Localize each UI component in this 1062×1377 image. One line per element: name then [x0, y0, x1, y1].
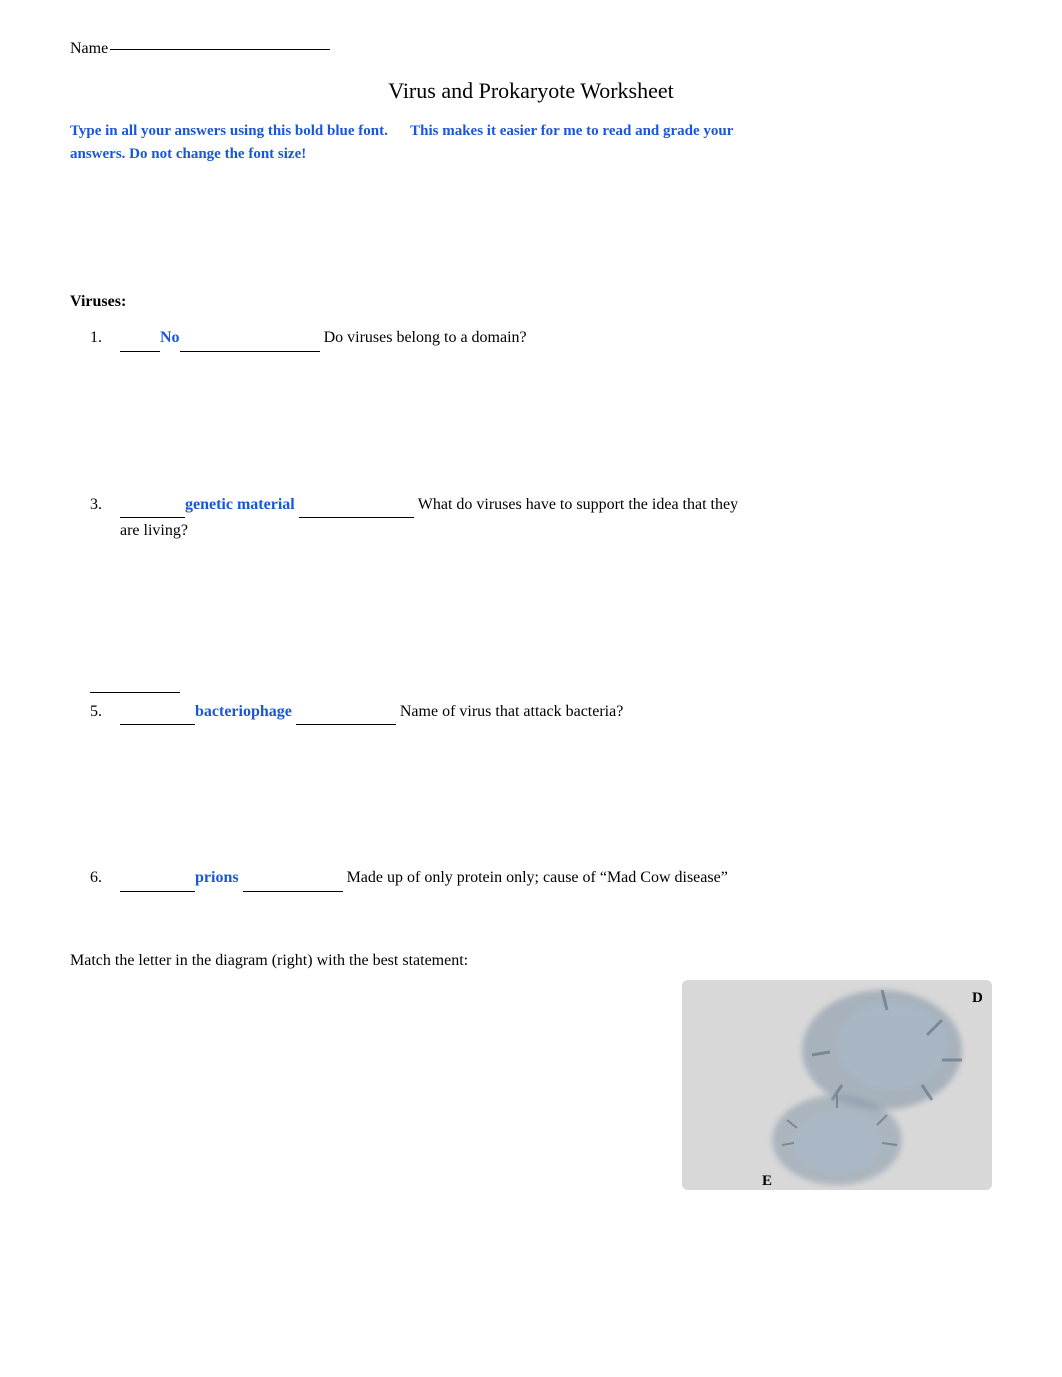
q1-blank-after: [180, 325, 320, 352]
instructions-line1: Type in all your answers using this bold…: [70, 123, 388, 139]
question-1-row: 1. No Do viruses belong to a domain?: [90, 325, 992, 352]
q1-answer: No: [160, 325, 180, 351]
name-line: Name: [70, 40, 992, 58]
q6-blank-mid: [243, 865, 343, 892]
diagram-placeholder: D E: [682, 980, 992, 1190]
name-label: Name: [70, 40, 108, 58]
q3-blank-before: [120, 492, 185, 519]
q5-text: Name of virus that attack bacteria?: [400, 699, 623, 725]
name-underline-field[interactable]: [110, 49, 330, 50]
virus-diagram-svg: D E: [682, 980, 992, 1190]
instructions-block: Type in all your answers using this bold…: [70, 120, 992, 165]
q3-number: 3.: [90, 492, 120, 518]
q3-blank-mid: [299, 492, 414, 519]
diagram-area: D E: [70, 980, 992, 1200]
question-5-block: 5. bacteriophage Name of virus that atta…: [70, 699, 992, 726]
spacer2: [70, 362, 992, 492]
match-header: Match the letter in the diagram (right) …: [70, 952, 992, 970]
q5-blank-mid: [296, 699, 396, 726]
spacer5: [70, 902, 992, 932]
q6-answer: prions: [195, 865, 239, 891]
q1-blank-before: [120, 325, 160, 352]
question-1-block: 1. No Do viruses belong to a domain?: [70, 325, 992, 352]
page-title: Virus and Prokaryote Worksheet: [70, 78, 992, 104]
instructions-line3: answers. Do not change the font size!: [70, 146, 306, 162]
q3-text: What do viruses have to support the idea…: [418, 492, 738, 518]
extra-blank-line: [70, 674, 992, 693]
spacer4: [70, 735, 992, 865]
question-6-block: 6. prions Made up of only protein only; …: [70, 865, 992, 892]
q1-text: Do viruses belong to a domain?: [324, 325, 527, 351]
e-label: E: [762, 1173, 772, 1189]
question-5-row: 5. bacteriophage Name of virus that atta…: [90, 699, 992, 726]
instructions-line2: This makes it easier for me to read and …: [410, 123, 733, 139]
question-3-block: 3. genetic material What do viruses have…: [70, 492, 992, 544]
q1-number: 1.: [90, 325, 120, 351]
question-6-row: 6. prions Made up of only protein only; …: [90, 865, 992, 892]
q6-number: 6.: [90, 865, 120, 891]
d-label: D: [972, 990, 983, 1006]
q3-text-line2: are living?: [120, 518, 992, 544]
q6-blank-before: [120, 865, 195, 892]
q3-answer: genetic material: [185, 492, 295, 518]
viruses-section-header: Viruses:: [70, 293, 992, 311]
q5-number: 5.: [90, 699, 120, 725]
match-section: Match the letter in the diagram (right) …: [70, 952, 992, 1200]
q5-blank-before: [120, 699, 195, 726]
q5-answer: bacteriophage: [195, 699, 292, 725]
q6-text: Made up of only protein only; cause of “…: [347, 865, 728, 891]
spacer3: [70, 554, 992, 674]
question-3-row: 3. genetic material What do viruses have…: [90, 492, 992, 519]
spacer1: [70, 173, 992, 293]
